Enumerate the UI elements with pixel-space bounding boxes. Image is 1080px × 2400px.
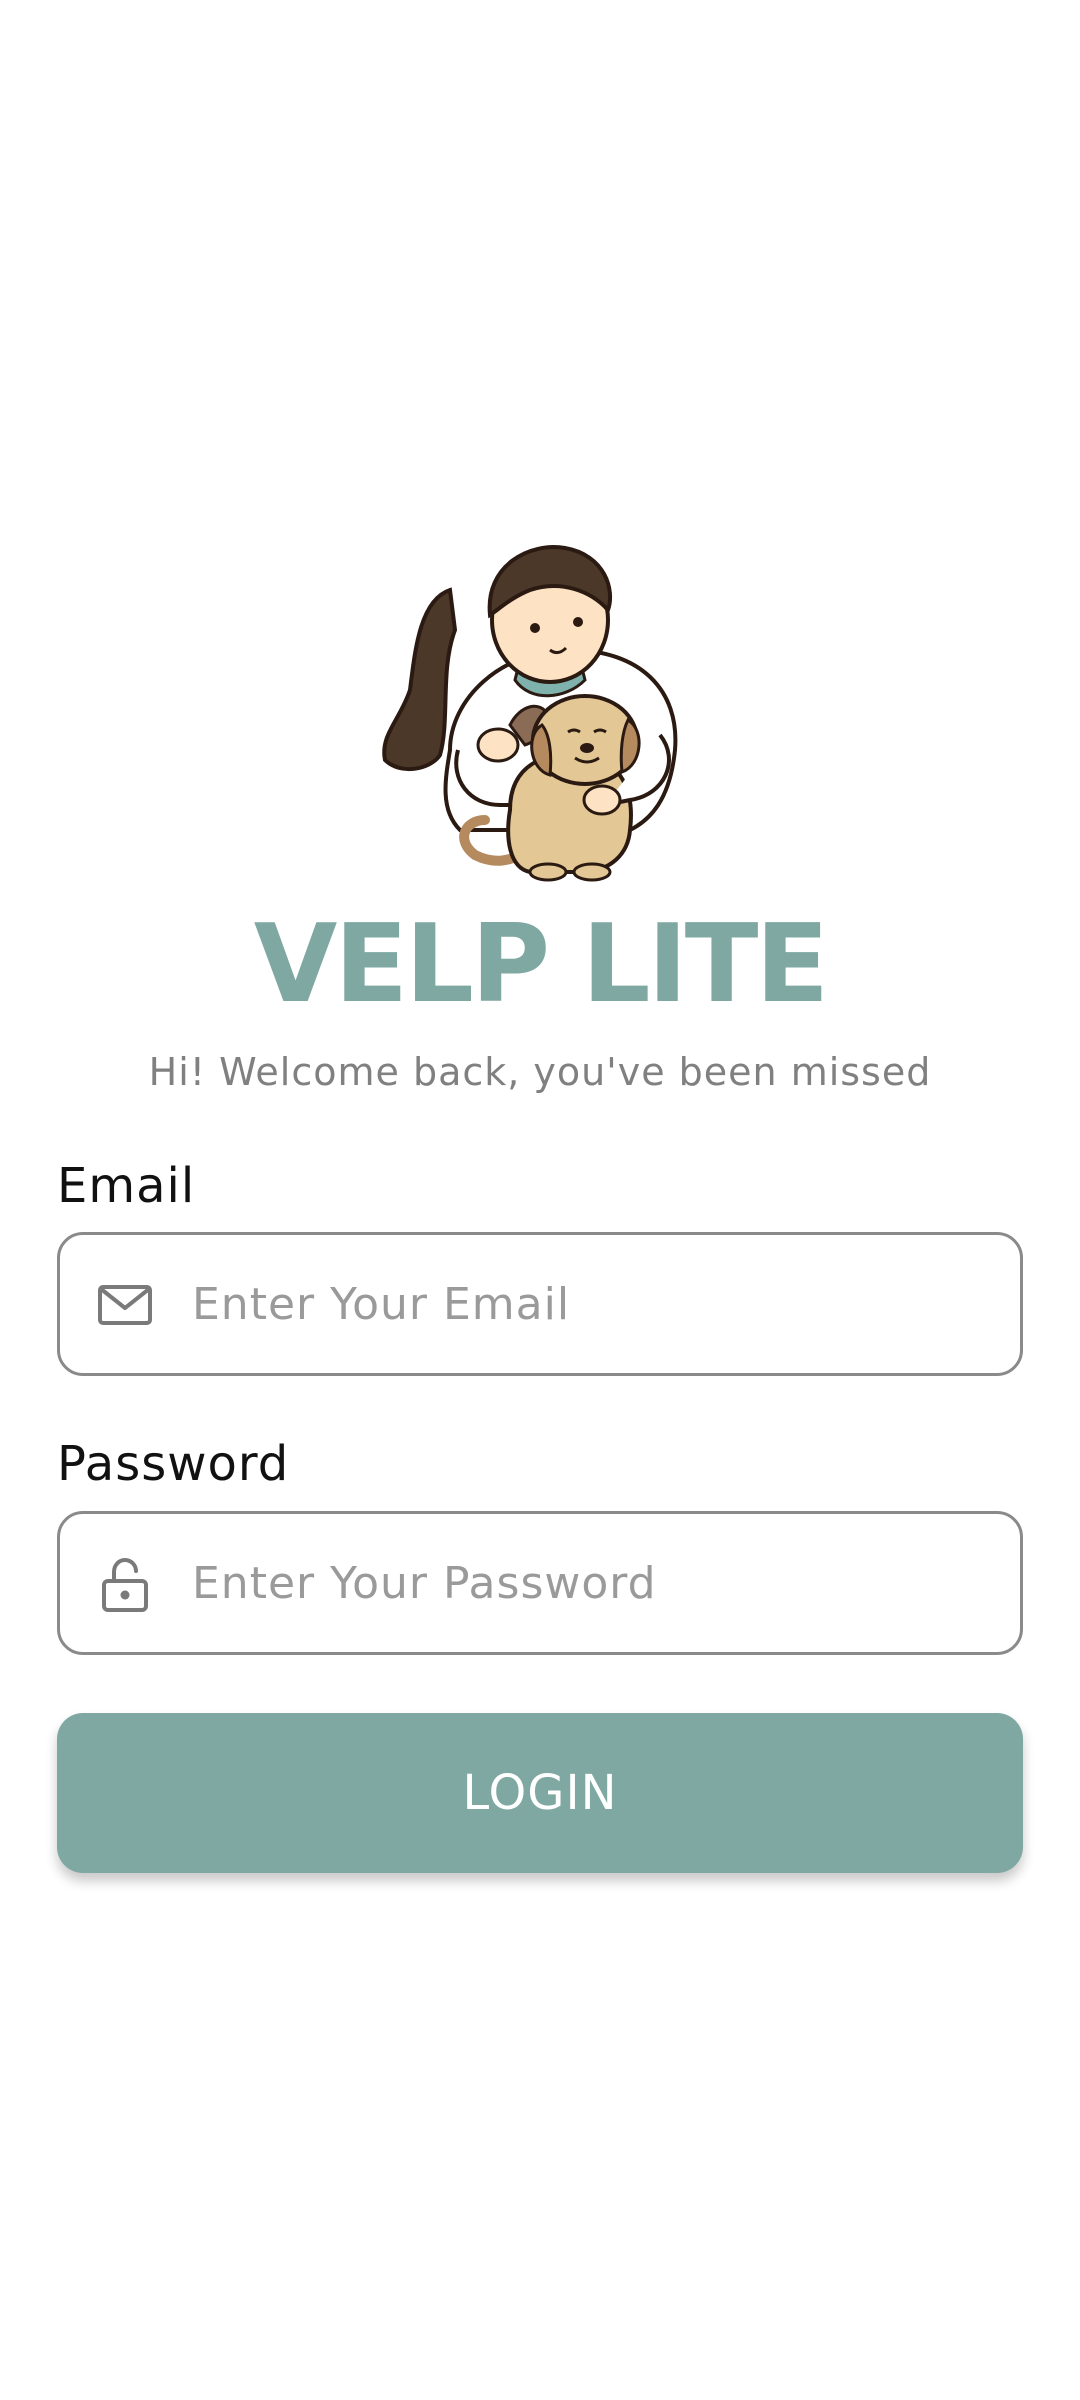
welcome-subtitle: Hi! Welcome back, you've been missed (148, 1050, 932, 1094)
password-label: Password (57, 1436, 290, 1492)
login-screen: VELP LITE Hi! Welcome back, you've been … (0, 0, 1080, 2400)
lock-icon (102, 1557, 148, 1612)
email-field[interactable] (57, 1232, 1023, 1376)
mail-icon (98, 1285, 152, 1325)
app-title: VELP LITE (253, 902, 829, 1027)
password-input[interactable] (192, 1514, 992, 1652)
login-button[interactable]: LOGIN (57, 1713, 1023, 1873)
password-field[interactable] (57, 1511, 1023, 1655)
email-label: Email (57, 1158, 196, 1214)
girl-hugging-dog-illustration (382, 545, 678, 882)
email-input[interactable] (192, 1235, 992, 1373)
